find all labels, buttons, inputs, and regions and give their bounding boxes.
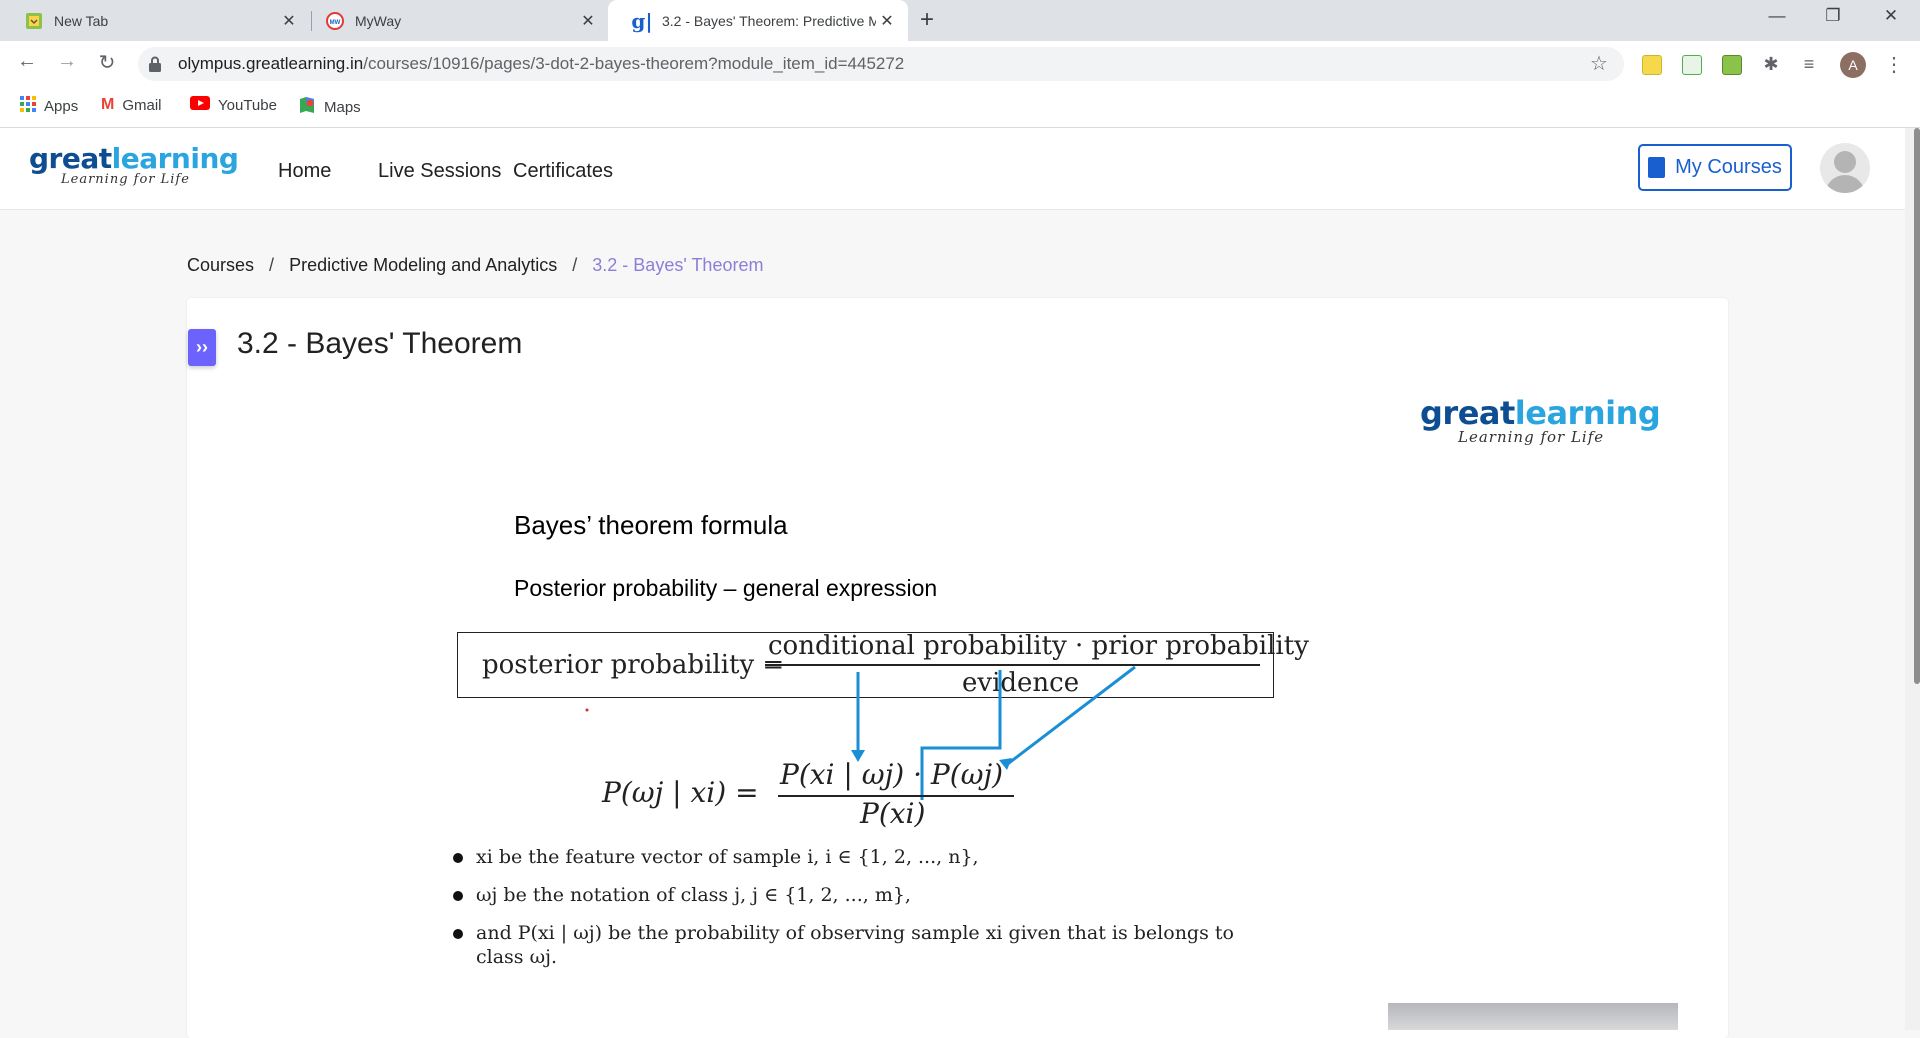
restore-button[interactable]: ❐	[1808, 6, 1858, 26]
url-path: /courses/10916/pages/3-dot-2-bayes-theor…	[363, 54, 905, 73]
maps-icon	[298, 96, 316, 118]
more-menu-icon[interactable]: ⋮	[1884, 52, 1904, 77]
breadcrumb-current: 3.2 - Bayes' Theorem	[592, 255, 764, 275]
slide-greatlearning-logo: greatlearning Learning for Life	[1420, 394, 1661, 446]
media-controls-icon[interactable]: ≡	[1800, 55, 1818, 73]
greatlearning-favicon-icon: g|	[631, 8, 653, 33]
nav-certificates[interactable]: Certificates	[513, 160, 613, 183]
tab-myway[interactable]: MW MyWay ✕	[304, 0, 609, 41]
reload-icon[interactable]: ↻	[92, 50, 122, 75]
site-header: greatlearning Learning for Life Home Liv…	[0, 128, 1905, 210]
breadcrumb-separator: /	[572, 255, 578, 275]
tab-new-tab[interactable]: New Tab ✕	[0, 0, 310, 41]
bookmark-youtube[interactable]: YouTube	[190, 96, 277, 114]
apps-grid-icon	[20, 96, 36, 116]
myway-favicon-icon: MW	[326, 11, 344, 30]
tab-close-icon[interactable]: ✕	[577, 11, 599, 31]
bookmark-label: Apps	[44, 97, 79, 115]
my-courses-label: My Courses	[1675, 156, 1782, 178]
bullet-text: xi be the feature vector of sample i, i …	[476, 846, 979, 868]
download-extension-icon[interactable]	[1722, 55, 1742, 75]
nav-home[interactable]: Home	[278, 160, 331, 183]
formula-posterior-label: posterior probability =	[482, 650, 785, 680]
bullet-dot	[453, 929, 463, 939]
nav-live-sessions[interactable]: Live Sessions	[378, 160, 501, 183]
avatar-body-shape	[1825, 175, 1865, 193]
bullet-dot	[453, 853, 463, 863]
formula-denominator: evidence	[962, 668, 1080, 698]
definition-list: xi be the feature vector of sample i, i …	[453, 845, 1253, 983]
sticky-notes-extension-icon[interactable]	[1642, 55, 1662, 75]
my-courses-button[interactable]: My Courses	[1638, 144, 1792, 191]
page-title: 3.2 - Bayes' Theorem	[237, 327, 523, 360]
avatar-head-shape	[1834, 151, 1856, 173]
expand-sidebar-button[interactable]: ››	[188, 329, 216, 366]
profile-avatar[interactable]: A	[1840, 52, 1866, 78]
bookmark-gmail[interactable]: M Gmail	[101, 96, 162, 114]
bullet-text: ωj be the notation of class j, j ∈ {1, 2…	[476, 884, 911, 906]
bookmark-maps[interactable]: Maps	[298, 96, 361, 118]
slide-subheading: Posterior probability – general expressi…	[514, 575, 938, 601]
bookmark-label: YouTube	[218, 96, 277, 114]
equation-denominator: P(xi)	[860, 797, 926, 830]
bookmark-star-icon[interactable]: ☆	[1590, 51, 1608, 76]
forward-arrow-icon[interactable]: →	[52, 50, 82, 73]
minimize-button[interactable]: —	[1752, 6, 1802, 26]
user-avatar[interactable]	[1820, 143, 1870, 193]
list-item: ωj be the notation of class j, j ∈ {1, 2…	[453, 883, 1253, 907]
breadcrumb-course[interactable]: Predictive Modeling and Analytics	[289, 255, 557, 275]
gmail-icon: M	[101, 96, 115, 113]
bookmark-apps[interactable]: Apps	[20, 96, 78, 116]
greatlearning-logo[interactable]: greatlearning Learning for Life	[29, 142, 239, 187]
slide-logo-text-great: great	[1420, 394, 1515, 432]
browser-toolbar: ← → ↻ olympus.greatlearning.in/courses/1…	[0, 41, 1920, 88]
page-scrollbar-thumb[interactable]	[1914, 128, 1920, 684]
bullet-dot	[453, 891, 463, 901]
bookmark-label: Gmail	[122, 96, 162, 114]
new-tab-favicon-icon	[25, 12, 43, 30]
extensions-puzzle-icon[interactable]: ✱	[1762, 55, 1780, 73]
url-host: olympus.greatlearning.in	[178, 54, 364, 73]
back-arrow-icon[interactable]: ←	[12, 50, 42, 73]
svg-text:MW: MW	[330, 20, 341, 26]
tab-close-icon[interactable]: ✕	[278, 11, 300, 31]
tab-title: New Tab	[54, 12, 109, 29]
breadcrumb-courses[interactable]: Courses	[187, 255, 254, 275]
tab-title: MyWay	[355, 12, 402, 29]
close-window-button[interactable]: ✕	[1866, 6, 1916, 26]
tab-bayes-theorem[interactable]: g| 3.2 - Bayes' Theorem: Predictive Mo ✕	[608, 0, 908, 41]
tab-title: 3.2 - Bayes' Theorem: Predictive Mo	[662, 12, 876, 29]
book-icon	[1648, 157, 1666, 178]
logo-text-great: great	[29, 142, 112, 175]
browser-tab-strip: New Tab ✕ MW MyWay ✕ g| 3.2 - Bayes' The…	[0, 0, 1920, 41]
url-text[interactable]: olympus.greatlearning.in/courses/10916/p…	[178, 54, 904, 74]
slide-logo-text-learning: learning	[1514, 394, 1661, 432]
logo-tagline: Learning for Life	[61, 172, 190, 187]
lock-icon	[149, 56, 161, 72]
youtube-icon	[190, 96, 210, 114]
equation-numerator: P(xi | ωj) · P(ωj)	[780, 758, 1004, 791]
logo-text-learning: learning	[111, 142, 239, 175]
formula-fraction-bar	[765, 664, 1260, 666]
slide-heading: Bayes’ theorem formula	[514, 510, 788, 540]
breadcrumb-separator: /	[269, 255, 275, 275]
tab-close-icon[interactable]: ✕	[876, 11, 898, 31]
bullet-text: and P(xi | ωj) be the probability of obs…	[476, 922, 1234, 968]
slide-logo-tagline: Learning for Life	[1458, 428, 1605, 446]
chart-extension-icon[interactable]	[1682, 55, 1702, 75]
new-tab-button[interactable]: +	[920, 6, 934, 34]
bookmark-label: Maps	[324, 98, 361, 116]
formula-numerator: conditional probability · prior probabil…	[768, 631, 1309, 661]
presenter-video-thumbnail[interactable]	[1388, 1003, 1678, 1030]
equation-left: P(ωj | xi) =	[602, 776, 759, 809]
list-item: xi be the feature vector of sample i, i …	[453, 845, 1253, 869]
bookmarks-bar: Apps M Gmail YouTube Maps	[0, 88, 1920, 128]
list-item: and P(xi | ωj) be the probability of obs…	[453, 921, 1253, 969]
breadcrumb: Courses / Predictive Modeling and Analyt…	[187, 255, 763, 276]
